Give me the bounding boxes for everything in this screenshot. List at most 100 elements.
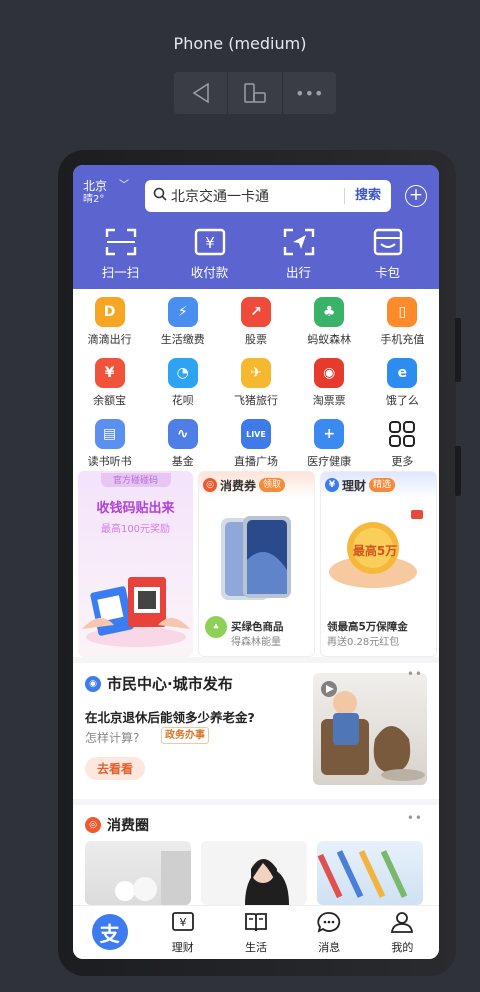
service-phone-topup[interactable]: ▯ 手机充值 (366, 295, 439, 352)
promo-subtitle: 最高100元奖励 (100, 524, 171, 535)
finance-icon: ¥ (171, 912, 194, 931)
service-label: 花呗 (171, 394, 194, 407)
pay-button[interactable]: ¥ 收付款 (165, 227, 254, 281)
city-label: 北京 (83, 179, 108, 193)
more-grid-icon (387, 419, 417, 449)
service-more-grid[interactable]: 更多 (366, 417, 439, 474)
service-label: 飞猪旅行 (233, 394, 278, 407)
service-fliggy[interactable]: ✈ 飞猪旅行 (219, 356, 292, 413)
tab-messages[interactable]: 消息 (293, 906, 366, 959)
consumption-title: 消费圈 (107, 818, 149, 834)
app-header: 北京 ﹀ 晴2° 北京交通一卡通 搜索 + 扫一扫 ¥ 收付款 出行 卡包 (73, 165, 439, 289)
promo-card-finance[interactable]: ¥ 理财 精选 最高5万 领最高5万保障金 再送0.28元红包 (320, 471, 437, 657)
service-label: 更多 (391, 455, 414, 468)
service-label: 医疗健康 (307, 455, 352, 468)
search-bar[interactable]: 北京交通一卡通 搜索 (145, 180, 391, 212)
coupon-pill: 领取 (259, 478, 286, 492)
search-button[interactable]: 搜索 (343, 188, 391, 204)
news-more-icon[interactable]: •• (407, 667, 423, 681)
service-fund[interactable]: ∿ 基金 (146, 417, 219, 474)
live-icon: LIVE (240, 419, 271, 449)
ticket-icon: ◉ (314, 358, 345, 388)
finance-pill: 精选 (369, 478, 396, 492)
service-label: 滴滴出行 (87, 333, 132, 346)
travel-button[interactable]: 出行 (254, 227, 343, 281)
tab-messages-label: 消息 (318, 941, 341, 954)
promo-title: 收钱码贴出来 (96, 501, 175, 516)
finance-subcaption: 再送0.28元红包 (327, 637, 400, 648)
coupon-caption: 买绿色商品 (231, 621, 284, 633)
service-yuebao[interactable]: ¥ 余额宝 (73, 356, 146, 413)
service-live[interactable]: LIVE 直播广场 (219, 417, 292, 474)
service-books[interactable]: ▤ 读书听书 (73, 417, 146, 474)
service-health[interactable]: + 医疗健康 (293, 417, 366, 474)
location-selector[interactable]: 北京 ﹀ 晴2° (83, 179, 129, 207)
rotate-icon[interactable] (227, 72, 281, 114)
weather-label: 晴2° (83, 194, 105, 205)
plus-icon[interactable]: + (405, 185, 427, 207)
service-didi[interactable]: D 滴滴出行 (73, 295, 146, 352)
bottom-tabbar: 支 ¥ 理财 生活 消息 我的 (73, 905, 439, 959)
message-icon (317, 912, 341, 933)
promo-tag: 官方碰碰码 (100, 473, 171, 487)
phone-topup-icon: ▯ (387, 297, 418, 327)
back-icon[interactable] (174, 72, 227, 114)
service-label: 手机充值 (380, 333, 425, 346)
tab-mine[interactable]: 我的 (366, 906, 439, 959)
promo-card-coupon[interactable]: ◎ 消费券 领取 ♣ 买绿色商品 得森林能量 (198, 471, 315, 657)
chevron-down-icon: ﹀ (119, 180, 129, 191)
service-stock[interactable]: ↗ 股票 (219, 295, 292, 352)
more-icon[interactable]: ••• (281, 72, 336, 114)
tab-life[interactable]: 生活 (219, 906, 292, 959)
phone-screen: 北京 ﹀ 晴2° 北京交通一卡通 搜索 + 扫一扫 ¥ 收付款 出行 卡包 D … (73, 165, 439, 959)
device-title: Phone (medium) (173, 34, 307, 53)
service-label: 生活缴费 (160, 333, 205, 346)
go-look-button[interactable]: 去看看 (85, 757, 146, 780)
service-label: 淘票票 (312, 394, 346, 407)
consumption-thumb[interactable] (201, 841, 307, 905)
coupon-subcaption: 得森林能量 (231, 637, 281, 648)
tab-finance[interactable]: ¥ 理财 (146, 906, 219, 959)
green-shop-icon: ♣ (205, 616, 227, 638)
service-label: 读书听书 (87, 455, 132, 468)
home-alipay-icon: 支 (91, 914, 128, 950)
power-button (455, 446, 461, 496)
promo-card-qrcode[interactable]: 官方碰碰码 收钱码贴出来 最高100元奖励 (78, 471, 193, 657)
utility-icon: ⚡ (167, 297, 198, 327)
travel-icon (283, 228, 314, 256)
service-label: 基金 (171, 455, 194, 468)
scan-icon (105, 228, 136, 256)
service-ticket[interactable]: ◉ 淘票票 (293, 356, 366, 413)
huabei-icon: ◔ (167, 358, 198, 388)
yuebao-icon: ¥ (94, 358, 125, 388)
cardpack-icon (373, 228, 402, 256)
citizen-center-card[interactable]: ◉ 市民中心·城市发布 在北京退休后能领多少养老金? 怎样计算? 政务办事 去看… (73, 663, 439, 799)
citizen-center-title: 市民中心·城市发布 (107, 675, 233, 693)
service-label: 直播广场 (233, 455, 278, 468)
volume-button (455, 318, 461, 382)
service-huabei[interactable]: ◔ 花呗 (146, 356, 219, 413)
stock-icon: ↗ (240, 297, 271, 327)
news-image (313, 673, 427, 785)
qrcode-illustration (82, 577, 190, 647)
didi-icon: D (94, 297, 125, 327)
service-label: 余额宝 (93, 394, 127, 407)
consumption-thumb[interactable] (317, 841, 423, 905)
service-eleme[interactable]: e 饿了么 (366, 356, 439, 413)
pay-icon: ¥ (194, 228, 225, 256)
consumption-thumb[interactable] (85, 841, 191, 905)
finance-head: 理财 (342, 478, 367, 493)
consumption-more-icon[interactable]: •• (407, 811, 423, 825)
service-label: 蚂蚁森林 (307, 333, 352, 346)
services-grid: D 滴滴出行 ⚡ 生活缴费 ↗ 股票 ♣ 蚂蚁森林 ▯ 手机充值 ¥ 余额宝 ◔ 花呗 ✈ 飞猪旅行 ◉ 淘票票 e… (73, 289, 439, 469)
finance-caption: 领最高5万保障金 (327, 621, 408, 633)
tab-home[interactable]: 支 (73, 906, 146, 959)
profile-icon (391, 912, 414, 933)
service-utility[interactable]: ⚡ 生活缴费 (146, 295, 219, 352)
tab-mine-label: 我的 (391, 941, 414, 954)
cardpack-button[interactable]: 卡包 (343, 227, 432, 281)
service-label: 饿了么 (385, 394, 419, 407)
scan-button[interactable]: 扫一扫 (76, 227, 165, 281)
search-input[interactable]: 北京交通一卡通 (171, 186, 344, 206)
service-forest[interactable]: ♣ 蚂蚁森林 (293, 295, 366, 352)
